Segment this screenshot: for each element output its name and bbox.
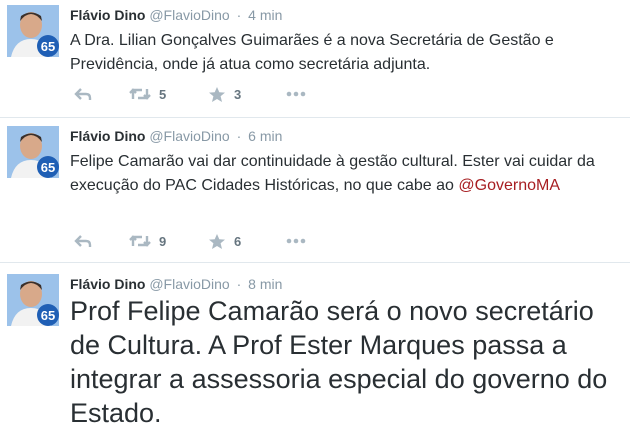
timestamp[interactable]: 6 min bbox=[248, 128, 282, 144]
retweet-button[interactable]: 5 bbox=[129, 86, 166, 102]
more-icon bbox=[286, 91, 306, 97]
author-handle[interactable]: @FlavioDino bbox=[149, 276, 229, 292]
avatar-badge: 65 bbox=[41, 308, 55, 323]
retweet-count: 9 bbox=[159, 233, 167, 249]
divider bbox=[0, 262, 630, 263]
avatar[interactable]: 65 bbox=[7, 274, 59, 326]
avatar[interactable]: 65 bbox=[7, 126, 59, 178]
avatar-badge: 65 bbox=[41, 39, 55, 54]
tweet-header: Flávio Dino @FlavioDino · 8 min bbox=[70, 276, 282, 292]
tweet-header: Flávio Dino @FlavioDino · 4 min bbox=[70, 7, 282, 23]
retweet-icon bbox=[129, 235, 151, 247]
tweet-header: Flávio Dino @FlavioDino · 6 min bbox=[70, 128, 282, 144]
reply-button[interactable] bbox=[74, 86, 92, 102]
reply-icon bbox=[74, 88, 92, 100]
more-button[interactable] bbox=[286, 91, 306, 97]
favorite-button[interactable]: 6 bbox=[208, 233, 241, 250]
divider bbox=[0, 117, 630, 118]
tweet-text: Felipe Camarão vai dar continuidade à ge… bbox=[70, 150, 620, 198]
favorite-count: 3 bbox=[234, 87, 242, 102]
favorite-count: 6 bbox=[234, 234, 242, 249]
timestamp[interactable]: 8 min bbox=[248, 276, 282, 292]
separator: · bbox=[236, 276, 242, 292]
timestamp[interactable]: 4 min bbox=[248, 7, 282, 23]
reply-icon bbox=[74, 235, 92, 247]
author-handle[interactable]: @FlavioDino bbox=[149, 128, 229, 144]
favorite-button[interactable]: 3 bbox=[208, 86, 241, 103]
tweet-text: Prof Felipe Camarão será o novo secretár… bbox=[70, 296, 608, 428]
more-button[interactable] bbox=[286, 238, 306, 244]
author-name[interactable]: Flávio Dino bbox=[70, 128, 145, 144]
retweet-icon bbox=[129, 88, 151, 100]
separator: · bbox=[236, 128, 242, 144]
mention-link[interactable]: @GovernoMA bbox=[458, 177, 560, 194]
star-icon bbox=[209, 234, 225, 249]
avatar-badge: 65 bbox=[41, 160, 55, 175]
star-icon bbox=[209, 87, 225, 102]
tweet-text: A Dra. Lilian Gonçalves Guimarães é a no… bbox=[70, 32, 554, 73]
more-icon bbox=[286, 238, 306, 244]
author-handle[interactable]: @FlavioDino bbox=[149, 7, 229, 23]
author-name[interactable]: Flávio Dino bbox=[70, 7, 145, 23]
author-name[interactable]: Flávio Dino bbox=[70, 276, 145, 292]
retweet-count: 5 bbox=[159, 86, 167, 102]
reply-button[interactable] bbox=[74, 233, 92, 249]
avatar[interactable]: 65 bbox=[7, 5, 59, 57]
separator: · bbox=[236, 7, 242, 23]
retweet-button[interactable]: 9 bbox=[129, 233, 166, 249]
